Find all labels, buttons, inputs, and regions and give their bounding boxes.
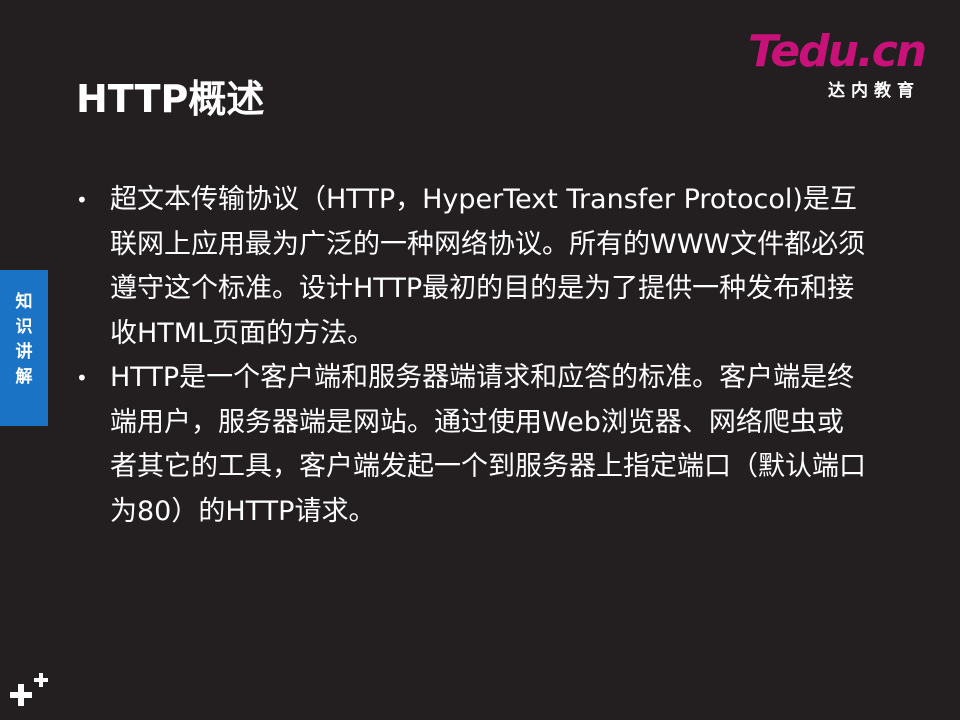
section-tab: 知识讲解 [0,270,48,426]
bullet-text: 超文本传输协议（HTTP，HyperText Transfer Protocol… [110,184,866,349]
plus-cluster-icon [6,668,54,716]
bullet-text: HTTP是一个客户端和服务器端请求和应答的标准。客户端是终端用户，服务器端是网站… [110,362,866,527]
logo-mark: Tedu.cn [748,26,927,77]
slide: HTTP概述 Tedu.cn 达内教育 知识讲解 • 超文本传输协议（HTTP，… [0,0,960,720]
bullet-marker: • [76,188,88,212]
section-tab-label: 知识讲解 [15,292,33,387]
logo-subtitle: 达内教育 [828,81,920,101]
slide-title: HTTP概述 [76,77,265,121]
bullet-list: • 超文本传输协议（HTTP，HyperText Transfer Protoc… [76,178,866,534]
tedu-logo: Tedu.cn 达内教育 [748,26,938,102]
bullet-item: • 超文本传输协议（HTTP，HyperText Transfer Protoc… [76,178,866,356]
bullet-item: • HTTP是一个客户端和服务器端请求和应答的标准。客户端是终端用户，服务器端是… [76,356,866,534]
bullet-marker: • [76,366,88,390]
